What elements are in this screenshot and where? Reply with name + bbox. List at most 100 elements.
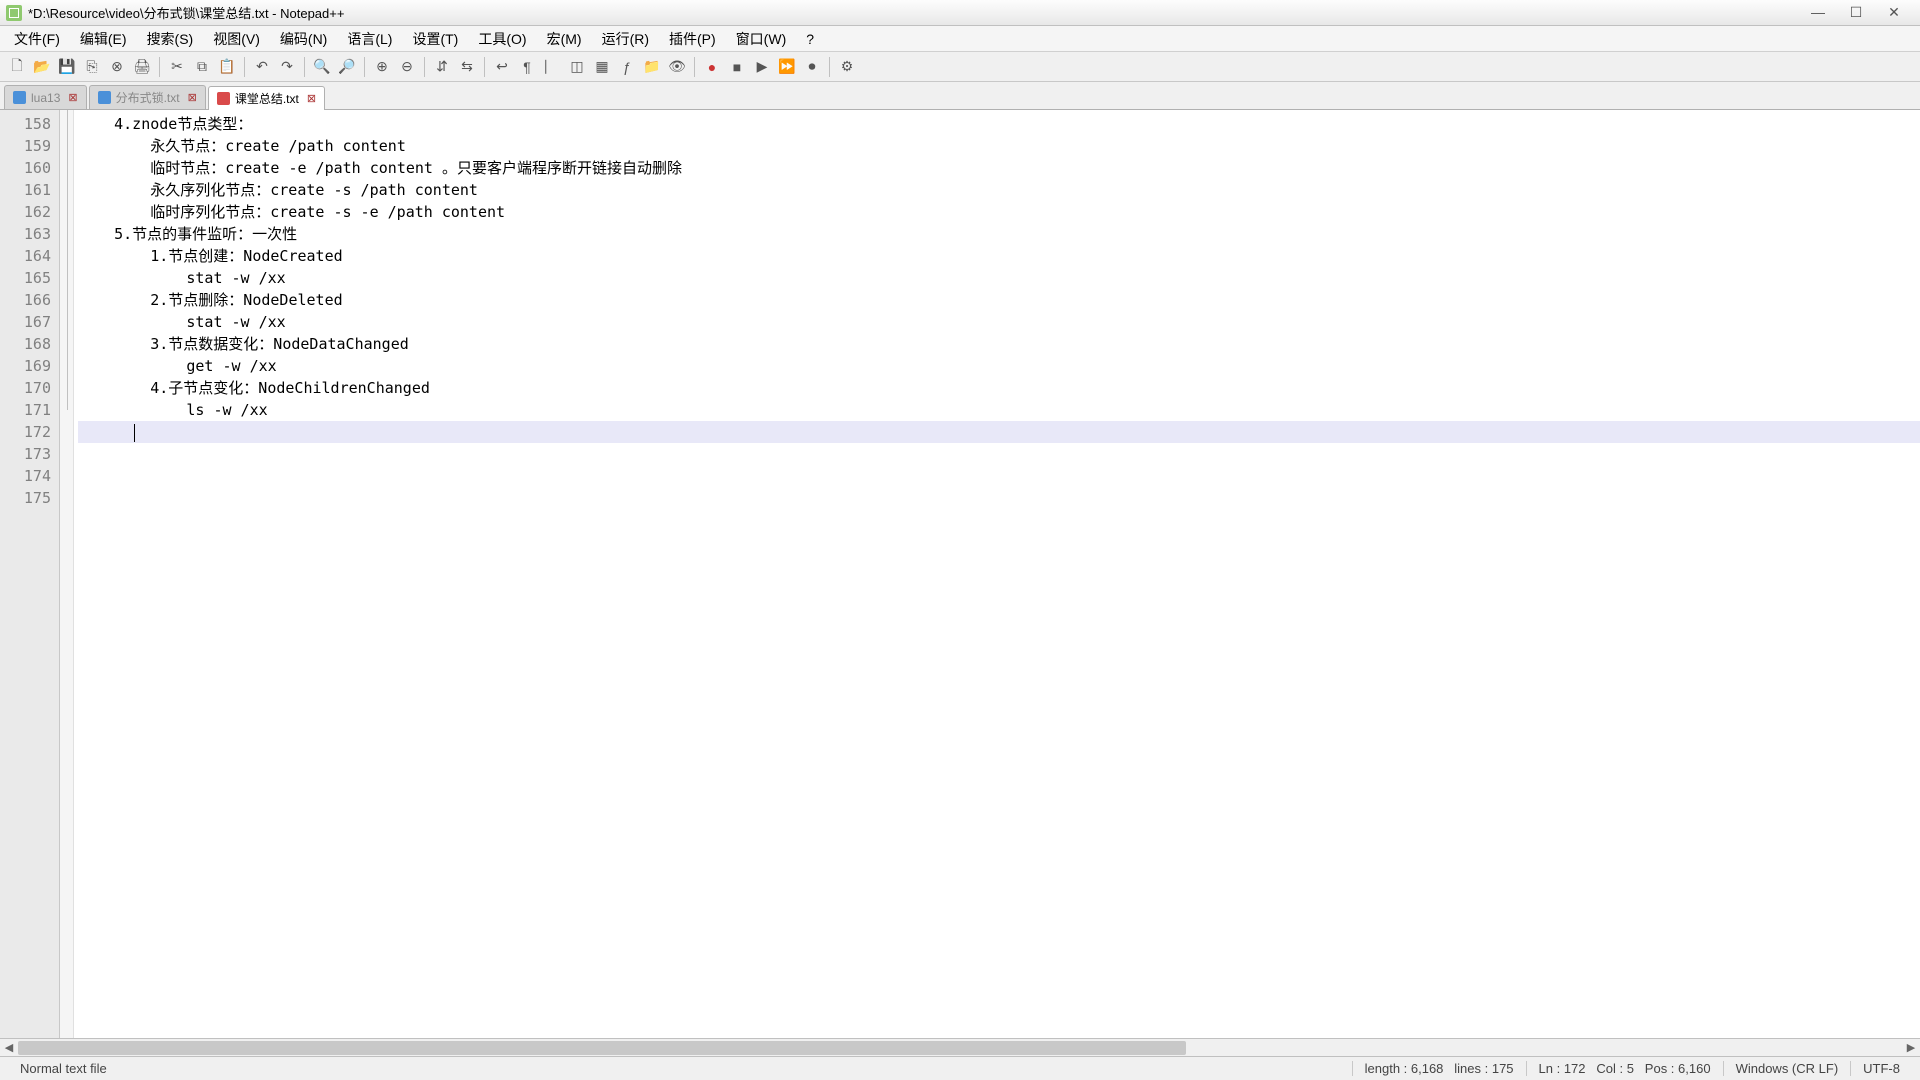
- tab-close-icon[interactable]: ⊠: [307, 92, 316, 105]
- save-all-icon[interactable]: ⎘: [81, 56, 103, 78]
- folder-workspace-icon[interactable]: 📁: [641, 56, 663, 78]
- code-line[interactable]: 4.znode节点类型：: [78, 113, 1920, 135]
- menu-window[interactable]: 窗口(W): [726, 27, 797, 51]
- menu-search[interactable]: 搜索(S): [137, 27, 204, 51]
- maximize-button[interactable]: ☐: [1846, 4, 1866, 21]
- status-bar: Normal text file length : 6,168 lines : …: [0, 1056, 1920, 1080]
- doc-map-icon[interactable]: ▦: [591, 56, 613, 78]
- menu-encoding[interactable]: 编码(N): [270, 27, 337, 51]
- print-icon[interactable]: 🖨: [131, 56, 153, 78]
- menu-tools[interactable]: 工具(O): [468, 27, 536, 51]
- play-multi-icon[interactable]: ⏩: [776, 56, 798, 78]
- udl-icon[interactable]: ◫: [566, 56, 588, 78]
- open-file-icon[interactable]: 📂: [31, 56, 53, 78]
- tab-1[interactable]: 分布式锁.txt ⊠: [89, 85, 206, 109]
- wordwrap-icon[interactable]: ↩: [491, 56, 513, 78]
- code-line[interactable]: stat -w /xx: [78, 311, 1920, 333]
- redo-icon[interactable]: ↷: [276, 56, 298, 78]
- minimize-button[interactable]: —: [1808, 4, 1828, 21]
- menu-view[interactable]: 视图(V): [203, 27, 270, 51]
- code-line[interactable]: 临时节点：create -e /path content 。只要客户端程序断开链…: [78, 157, 1920, 179]
- record-macro-icon[interactable]: ●: [701, 56, 723, 78]
- toolbar-separator: [244, 57, 245, 77]
- scroll-track[interactable]: [18, 1040, 1902, 1056]
- menu-macro[interactable]: 宏(M): [537, 27, 592, 51]
- close-button[interactable]: ✕: [1884, 4, 1904, 21]
- code-line[interactable]: stat -w /xx: [78, 267, 1920, 289]
- toolbar-separator: [694, 57, 695, 77]
- menu-file[interactable]: 文件(F): [4, 27, 70, 51]
- plugin-icon[interactable]: ⚙: [836, 56, 858, 78]
- play-macro-icon[interactable]: ▶: [751, 56, 773, 78]
- scroll-right-icon[interactable]: ▶: [1902, 1040, 1920, 1056]
- menu-run[interactable]: 运行(R): [592, 27, 659, 51]
- new-file-icon[interactable]: 🗋: [6, 56, 28, 78]
- func-list-icon[interactable]: ƒ: [616, 56, 638, 78]
- sync-v-icon[interactable]: ⇵: [431, 56, 453, 78]
- code-line[interactable]: ls -w /xx: [78, 399, 1920, 421]
- tab-close-icon[interactable]: ⊠: [68, 91, 77, 104]
- horizontal-scrollbar[interactable]: ◀ ▶: [0, 1038, 1920, 1056]
- status-encoding[interactable]: UTF-8: [1850, 1061, 1912, 1076]
- tab-bar: lua13 ⊠ 分布式锁.txt ⊠ 课堂总结.txt ⊠: [0, 82, 1920, 110]
- code-line[interactable]: get -w /xx: [78, 355, 1920, 377]
- code-line[interactable]: 临时序列化节点：create -s -e /path content: [78, 201, 1920, 223]
- toolbar-separator: [364, 57, 365, 77]
- undo-icon[interactable]: ↶: [251, 56, 273, 78]
- menu-edit[interactable]: 编辑(E): [70, 27, 137, 51]
- toolbar-separator: [484, 57, 485, 77]
- code-line[interactable]: 3.节点数据变化：NodeDataChanged: [78, 333, 1920, 355]
- indent-guide-icon[interactable]: ⎸: [541, 56, 563, 78]
- tab-0[interactable]: lua13 ⊠: [4, 85, 87, 109]
- stop-macro-icon[interactable]: ■: [726, 56, 748, 78]
- paste-icon[interactable]: 📋: [216, 56, 238, 78]
- menu-language[interactable]: 语言(L): [337, 27, 402, 51]
- text-content[interactable]: 4.znode节点类型： 永久节点：create /path content 临…: [74, 110, 1920, 1038]
- toolbar-separator: [829, 57, 830, 77]
- sync-h-icon[interactable]: ⇆: [456, 56, 478, 78]
- save-macro-icon[interactable]: ⏺: [801, 56, 823, 78]
- status-eol[interactable]: Windows (CR LF): [1723, 1061, 1851, 1076]
- find-icon[interactable]: 🔍: [311, 56, 333, 78]
- code-line[interactable]: [78, 443, 1920, 465]
- line-number: 160: [0, 157, 51, 179]
- toolbar-separator: [304, 57, 305, 77]
- menu-plugins[interactable]: 插件(P): [659, 27, 726, 51]
- menu-settings[interactable]: 设置(T): [402, 27, 468, 51]
- zoom-in-icon[interactable]: ⊕: [371, 56, 393, 78]
- status-length: length : 6,168 lines : 175: [1352, 1061, 1526, 1076]
- code-line[interactable]: 1.节点创建：NodeCreated: [78, 245, 1920, 267]
- title-bar: *D:\Resource\video\分布式锁\课堂总结.txt - Notep…: [0, 0, 1920, 26]
- save-icon[interactable]: 💾: [56, 56, 78, 78]
- line-number: 172: [0, 421, 51, 443]
- zoom-out-icon[interactable]: ⊖: [396, 56, 418, 78]
- scroll-thumb[interactable]: [18, 1041, 1186, 1055]
- menu-help[interactable]: ?: [796, 29, 824, 49]
- code-line[interactable]: 2.节点删除：NodeDeleted: [78, 289, 1920, 311]
- code-line[interactable]: 永久序列化节点：create -s /path content: [78, 179, 1920, 201]
- code-line[interactable]: 4.子节点变化：NodeChildrenChanged: [78, 377, 1920, 399]
- tab-close-icon[interactable]: ⊠: [188, 91, 197, 104]
- code-line[interactable]: 永久节点：create /path content: [78, 135, 1920, 157]
- file-icon: [13, 91, 26, 104]
- copy-icon[interactable]: ⧉: [191, 56, 213, 78]
- replace-icon[interactable]: 🔎: [336, 56, 358, 78]
- monitor-icon[interactable]: 👁: [666, 56, 688, 78]
- code-line[interactable]: [78, 421, 1920, 443]
- scroll-left-icon[interactable]: ◀: [0, 1040, 18, 1056]
- cut-icon[interactable]: ✂: [166, 56, 188, 78]
- status-position: Ln : 172 Col : 5 Pos : 6,160: [1526, 1061, 1723, 1076]
- line-number: 171: [0, 399, 51, 421]
- status-filetype: Normal text file: [8, 1061, 119, 1076]
- line-number: 167: [0, 311, 51, 333]
- code-line[interactable]: [78, 465, 1920, 487]
- show-all-chars-icon[interactable]: ¶: [516, 56, 538, 78]
- code-line[interactable]: 5.节点的事件监听：一次性: [78, 223, 1920, 245]
- file-icon: [98, 91, 111, 104]
- fold-margin[interactable]: [60, 110, 74, 1038]
- close-file-icon[interactable]: ⊗: [106, 56, 128, 78]
- tab-2[interactable]: 课堂总结.txt ⊠: [208, 86, 325, 110]
- window-title: *D:\Resource\video\分布式锁\课堂总结.txt - Notep…: [28, 3, 1808, 22]
- editor-area: 1581591601611621631641651661671681691701…: [0, 110, 1920, 1038]
- code-line[interactable]: [78, 487, 1920, 509]
